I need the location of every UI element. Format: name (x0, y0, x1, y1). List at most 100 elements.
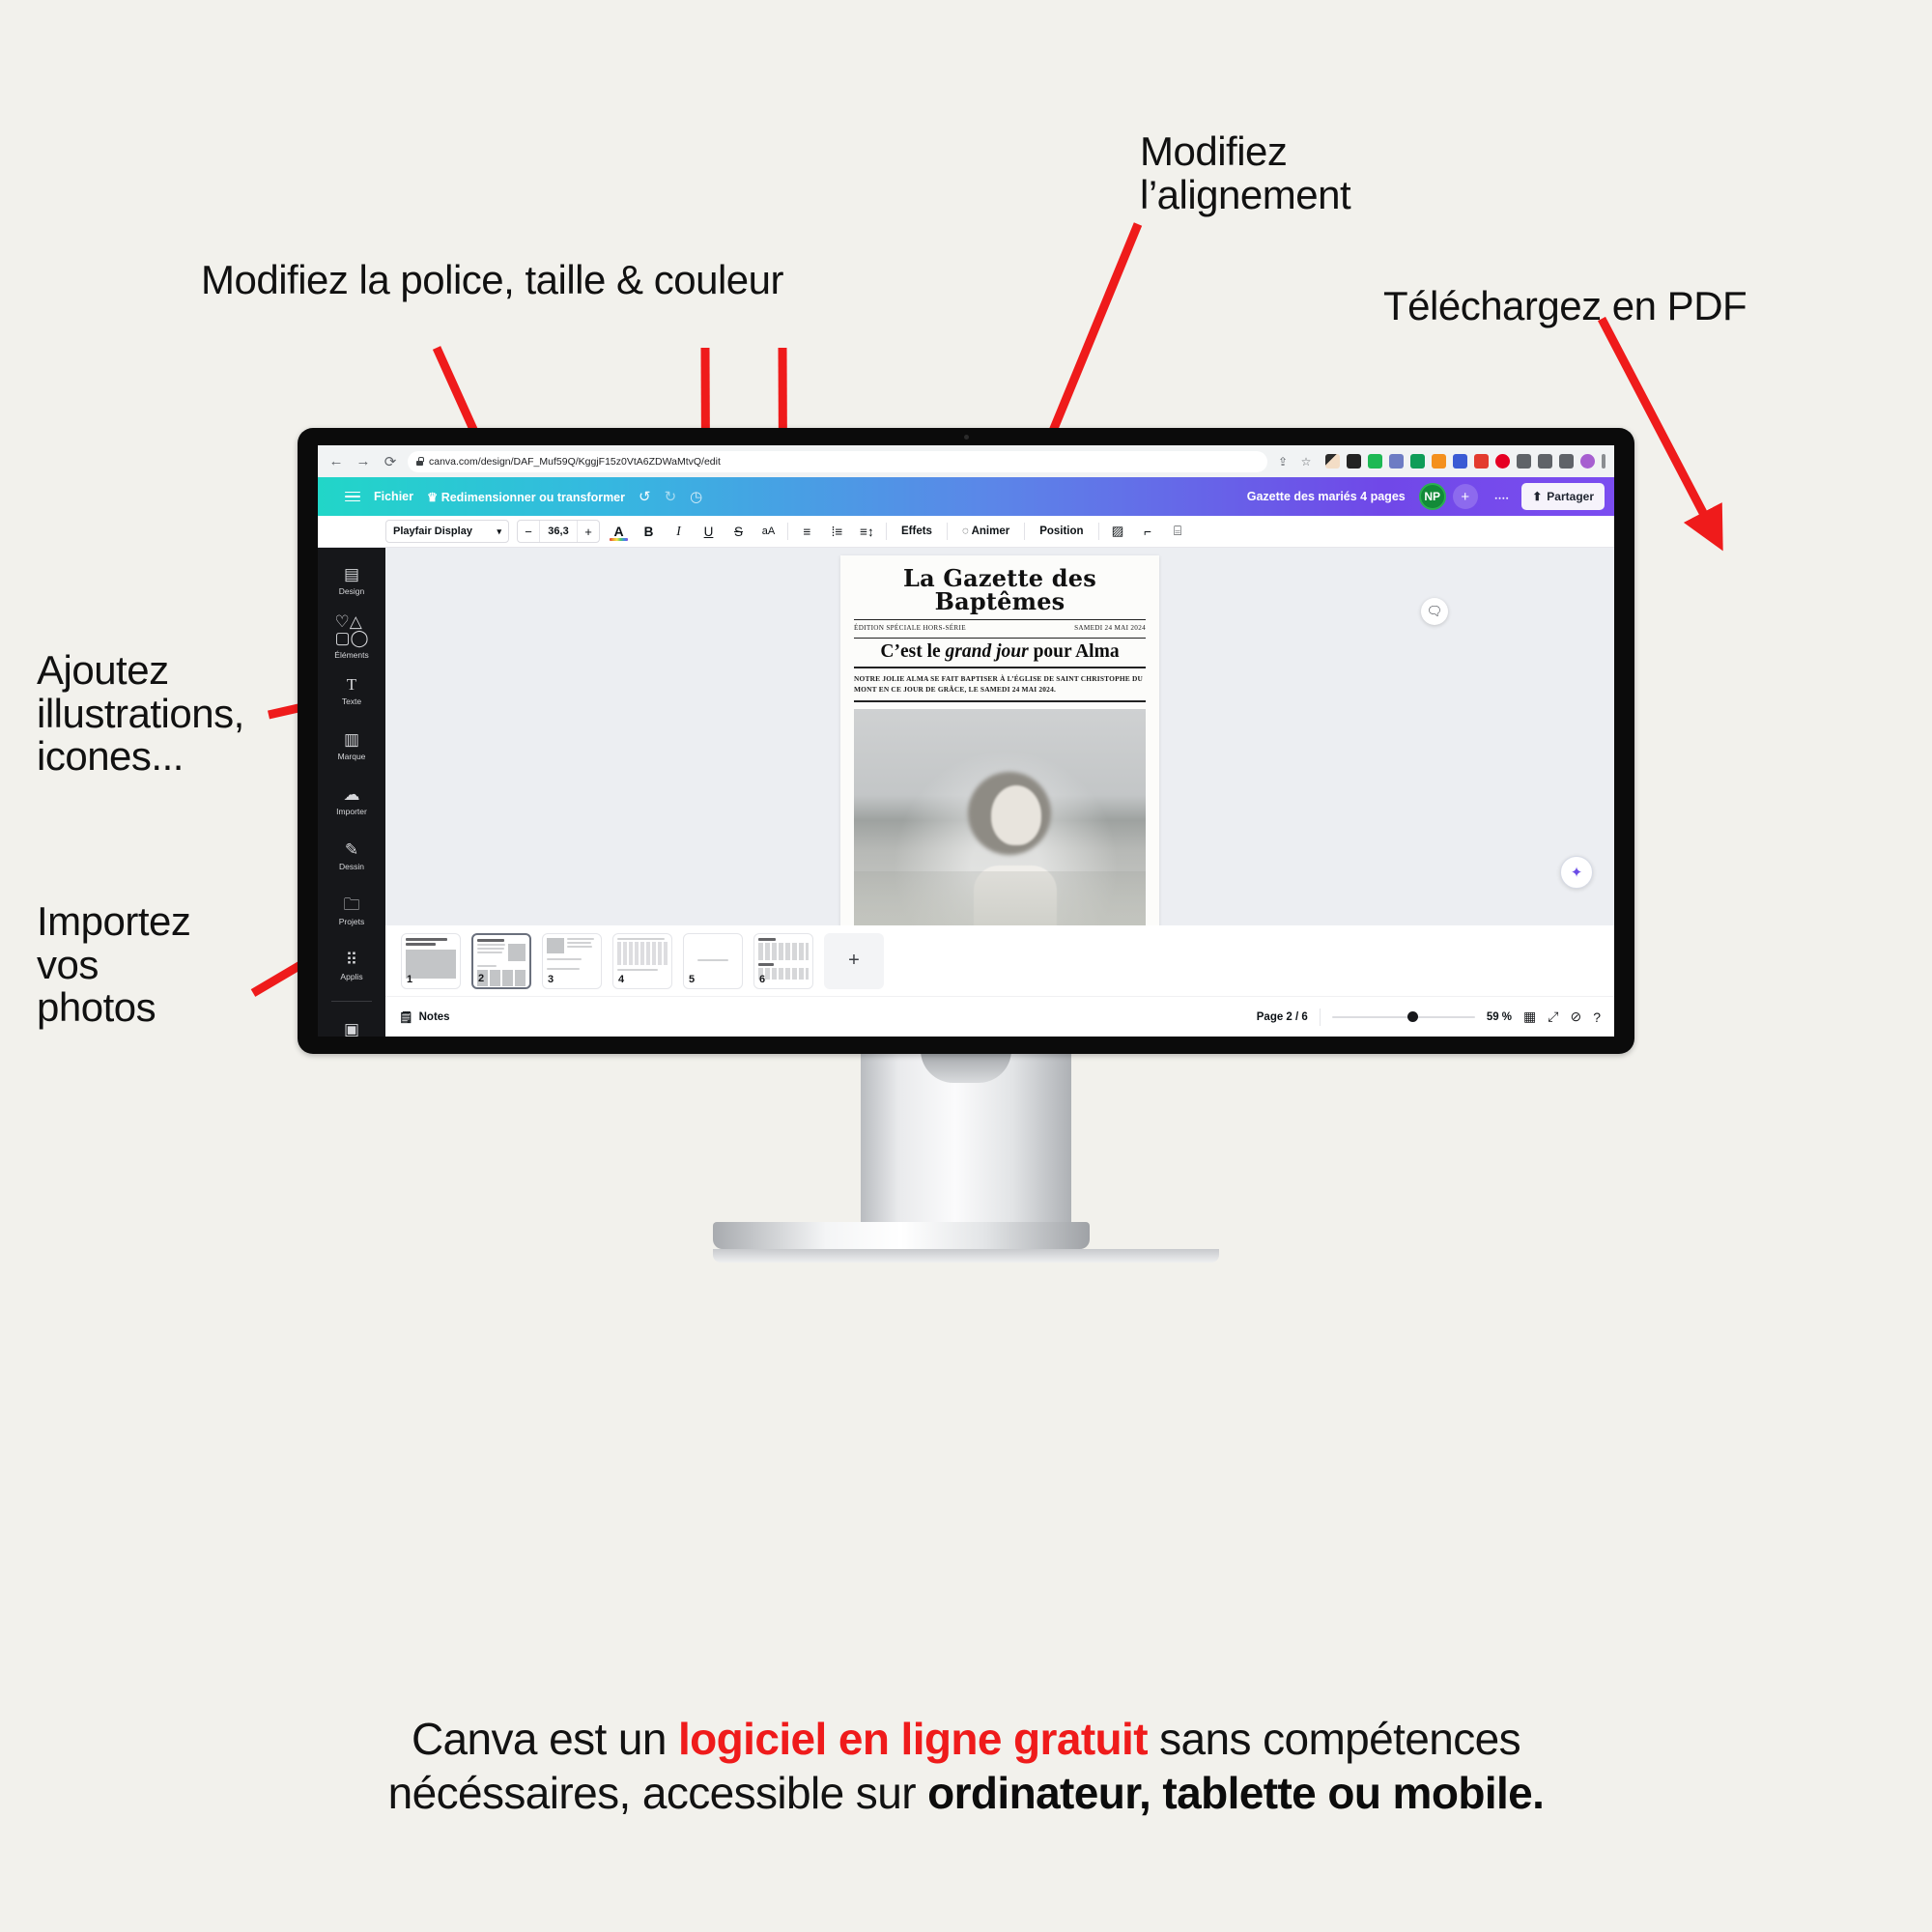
sidebar-item-dessin[interactable]: ✎ Dessin (318, 829, 385, 884)
page-thumbnail[interactable]: 2 (471, 932, 531, 989)
bold-button[interactable]: B (638, 520, 660, 543)
add-collaborator-button[interactable]: + (1452, 484, 1478, 509)
settings-extension[interactable] (1453, 454, 1467, 469)
letter-case-button[interactable]: aA (757, 520, 780, 543)
share-icon[interactable]: ⇪ (1275, 454, 1291, 469)
font-size-decrease[interactable]: − (518, 521, 539, 542)
sidebar-item-importer[interactable]: ☁ Importer (318, 774, 385, 829)
bottom-caption: Canva est un logiciel en ligne gratuit s… (0, 1712, 1932, 1820)
help-circle-icon[interactable]: ? (1593, 1009, 1601, 1025)
font-family-select[interactable]: Playfair Display ▾ (385, 520, 509, 543)
address-bar[interactable]: canva.com/design/DAF_Muf59Q/KggjF15z0VtA… (408, 450, 1267, 472)
design-canvas[interactable]: La Gazette des Baptêmes ÉDITION SPÉCIALE… (385, 548, 1614, 978)
page-thumbnail[interactable]: 3 (542, 932, 602, 989)
comment-icon[interactable]: 🗨 (1421, 598, 1448, 625)
redo-icon[interactable]: ↻ (665, 488, 677, 505)
fj-extension[interactable] (1347, 454, 1361, 469)
caption-part2: sans compétences (1147, 1714, 1521, 1764)
bar-chart-icon[interactable]: ᠁ (1492, 484, 1509, 509)
add-page-button[interactable]: + (824, 932, 884, 989)
position-button[interactable]: Position (1033, 526, 1090, 537)
layout-icon: ▤ (343, 565, 360, 583)
bullet-list-icon[interactable]: ⁞≡ (826, 520, 848, 543)
sidebar-item-projets[interactable]: 🗀 Projets (318, 884, 385, 939)
sidebar-label-dessin: Dessin (339, 862, 364, 871)
animate-label: Animer (971, 526, 1010, 537)
italic-button[interactable]: I (668, 520, 690, 543)
back-icon[interactable]: ← (327, 452, 346, 471)
star-icon[interactable]: ☆ (1298, 454, 1314, 469)
expand-icon[interactable]: ⤢ (1548, 1009, 1558, 1025)
sidebar-item-design[interactable]: ▤ Design (318, 554, 385, 609)
check-circle-icon[interactable]: ⊘ (1570, 1009, 1581, 1025)
zoom-slider-knob[interactable] (1407, 1011, 1419, 1022)
newspaper-page[interactable]: La Gazette des Baptêmes ÉDITION SPÉCIALE… (840, 555, 1159, 978)
resize-menu[interactable]: ♛ Redimensionner ou transformer (427, 490, 625, 504)
pen-extension[interactable] (1325, 454, 1340, 469)
file-menu[interactable]: Fichier (374, 490, 413, 503)
standfirst-text[interactable]: NOTRE JOLIE ALMA SE FAIT BAPTISER À L’ÉG… (854, 674, 1146, 695)
sidebar-label-projets: Projets (338, 917, 365, 926)
sidebar-item-texte[interactable]: T Texte (318, 664, 385, 719)
green-extension[interactable] (1368, 454, 1382, 469)
sidepanel-extension[interactable] (1559, 454, 1574, 469)
animate-button[interactable]: ◌ Animer (955, 526, 1016, 537)
toolbar-divider (1097, 523, 1099, 540)
undo-icon[interactable]: ↺ (639, 488, 651, 505)
document-photo[interactable] (854, 708, 1146, 962)
line-spacing-icon[interactable]: ≡↕ (856, 520, 878, 543)
sidebar-label-applis: Applis (340, 972, 363, 981)
download-extension[interactable] (1538, 454, 1552, 469)
webcam-dot (964, 435, 969, 440)
animate-icon: ◌ (961, 526, 972, 537)
font-size-value[interactable]: 36,3 (539, 521, 578, 542)
notes-button[interactable]: 🗒 Notes (399, 1010, 450, 1024)
wallet-extension[interactable] (1410, 454, 1425, 469)
red-extension[interactable] (1474, 454, 1489, 469)
sidebar-item-marque[interactable]: ▥ Marque (318, 719, 385, 774)
design-title[interactable]: Gazette des mariés 4 pages (1247, 490, 1406, 503)
orange-extension[interactable] (1432, 454, 1446, 469)
menu-extension[interactable] (1602, 454, 1605, 469)
headline[interactable]: C’est le grand jour pour Alma (854, 641, 1146, 662)
text-color-button[interactable]: A (608, 520, 630, 543)
sidebar-item-applis[interactable]: ⠿ Applis (318, 939, 385, 994)
monitor-bezel: ← → ⟳ canva.com/design/DAF_Muf59Q/KggjF1… (298, 428, 1634, 1054)
cloud-check-icon[interactable]: ◷ (690, 488, 702, 505)
grid-view-icon[interactable]: ▦ (1523, 1009, 1536, 1025)
paint-roller-icon[interactable]: ⌐ (1137, 520, 1159, 543)
sidebar-item-photos[interactable]: ▣ Photos (318, 1009, 385, 1037)
sidebar-item-elements[interactable]: ♡△ ▢◯ Éléments (318, 609, 385, 664)
masthead-title[interactable]: La Gazette des Baptêmes (854, 567, 1146, 613)
font-size-increase[interactable]: + (578, 521, 599, 542)
standfirst-rule (854, 699, 1146, 702)
strikethrough-button[interactable]: S (727, 520, 750, 543)
apps-grid-icon: ⠿ (345, 951, 358, 969)
effects-button[interactable]: Effets (895, 526, 939, 537)
zoom-slider[interactable] (1331, 1011, 1475, 1022)
page-thumbnail[interactable]: 4 (612, 932, 672, 989)
share-button[interactable]: ⬆ Partager (1521, 483, 1605, 510)
notes-icon: 🗒 (399, 1011, 413, 1024)
poster-root: Modifiez la police, taille & couleur Mod… (0, 0, 1932, 1932)
pencil-draw-icon: ✎ (344, 840, 359, 859)
headline-emphasis: grand jour (945, 641, 1029, 662)
underline-button[interactable]: U (697, 520, 720, 543)
page-thumbnail[interactable]: 5 (683, 932, 743, 989)
profile-extension[interactable] (1580, 454, 1595, 469)
grid-extension[interactable] (1389, 454, 1404, 469)
page-thumbnail[interactable]: 1 (401, 932, 461, 989)
lock-icon[interactable]: ⌸ (1167, 520, 1189, 543)
hamburger-icon[interactable] (345, 491, 360, 502)
font-size-stepper[interactable]: − 36,3 + (517, 520, 600, 543)
puzzle-extension[interactable] (1517, 454, 1531, 469)
forward-icon[interactable]: → (354, 452, 373, 471)
zoom-value[interactable]: 59 % (1487, 1011, 1512, 1023)
page-thumbnail[interactable]: 6 (753, 932, 813, 989)
pinterest-extension[interactable] (1495, 454, 1510, 469)
text-align-icon[interactable]: ≡ (796, 520, 818, 543)
magic-star-icon[interactable]: ✦ (1560, 856, 1593, 889)
reload-icon[interactable]: ⟳ (381, 452, 400, 471)
transparency-icon[interactable]: ▨ (1107, 520, 1129, 543)
avatar[interactable]: NP (1418, 483, 1446, 510)
